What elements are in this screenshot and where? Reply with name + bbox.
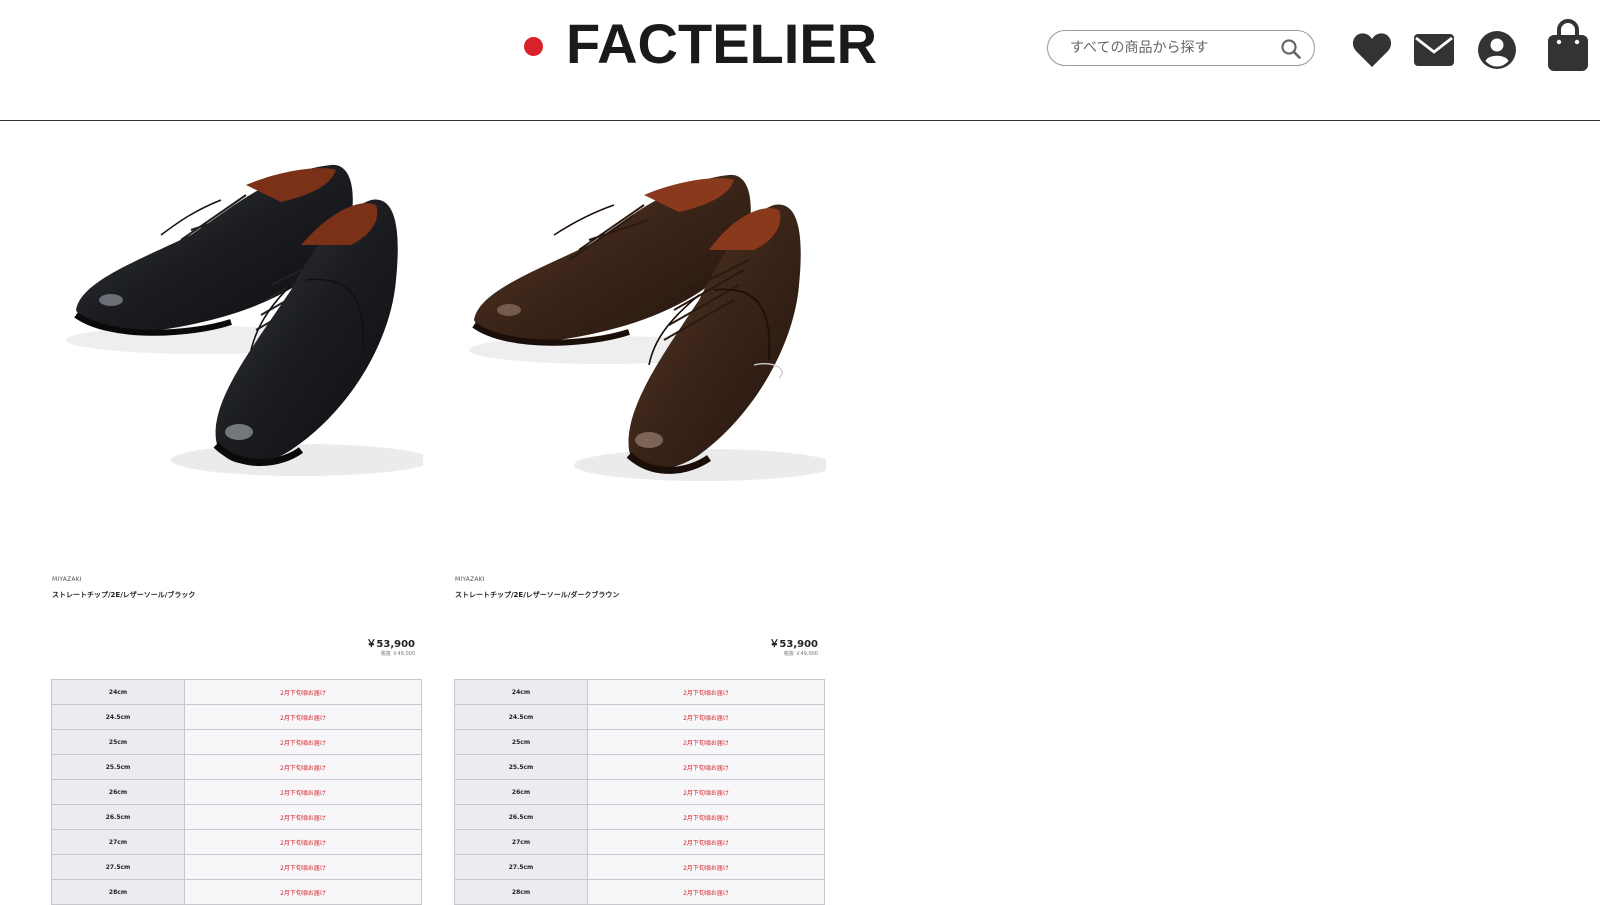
size-label: 26cm xyxy=(454,779,588,805)
size-label: 24.5cm xyxy=(454,704,588,730)
heart-icon[interactable] xyxy=(1352,32,1392,68)
size-row: 28cm 2月下旬頃お届け xyxy=(51,879,422,905)
logo-text: FACTELIER xyxy=(566,12,878,75)
mail-icon[interactable] xyxy=(1414,34,1454,66)
delivery-status[interactable]: 2月下旬頃お届け xyxy=(587,704,825,730)
size-label: 25cm xyxy=(51,729,185,755)
size-label: 27.5cm xyxy=(454,854,588,880)
site-logo[interactable]: FACTELIER xyxy=(524,14,877,74)
delivery-status[interactable]: 2月下旬頃お届け xyxy=(587,804,825,830)
delivery-status[interactable]: 2月下旬頃お届け xyxy=(184,829,422,855)
product-name[interactable]: ストレートチップ/2E/レザーソール/ダークブラウン xyxy=(455,590,619,600)
product-price-excl-tax: 税抜 ￥49,000 xyxy=(783,651,818,657)
delivery-status[interactable]: 2月下旬頃お届け xyxy=(184,754,422,780)
delivery-status[interactable]: 2月下旬頃お届け xyxy=(587,854,825,880)
size-label: 24.5cm xyxy=(51,704,185,730)
search-input[interactable] xyxy=(1070,37,1270,59)
size-row: 27cm 2月下旬頃お届け xyxy=(454,829,825,855)
logo-red-dot xyxy=(524,36,543,56)
delivery-status[interactable]: 2月下旬頃お届け xyxy=(587,779,825,805)
site-header: FACTELIER xyxy=(0,0,1600,121)
search-icon[interactable] xyxy=(1280,38,1302,60)
size-label: 26.5cm xyxy=(51,804,185,830)
size-row: 26cm 2月下旬頃お届け xyxy=(51,779,422,805)
delivery-status[interactable]: 2月下旬頃お届け xyxy=(587,829,825,855)
product-price-excl-tax: 税抜 ￥49,000 xyxy=(380,651,415,657)
delivery-status[interactable]: 2月下旬頃お届け xyxy=(184,779,422,805)
size-row: 25.5cm 2月下旬頃お届け xyxy=(454,754,825,780)
size-label: 28cm xyxy=(454,879,588,905)
size-stock-table: 24cm 2月下旬頃お届け 24.5cm 2月下旬頃お届け 25cm 2月下旬頃お届け… xyxy=(51,679,422,905)
size-label: 26cm xyxy=(51,779,185,805)
product-image-brown-shoes[interactable] xyxy=(454,150,834,550)
delivery-status[interactable]: 2月下旬頃お届け xyxy=(587,879,825,905)
delivery-status[interactable]: 2月下旬頃お届け xyxy=(184,679,422,705)
product-price: ￥53,900 xyxy=(366,639,415,650)
size-row: 26.5cm 2月下旬頃お届け xyxy=(454,804,825,830)
delivery-status[interactable]: 2月下旬頃お届け xyxy=(184,854,422,880)
size-label: 25.5cm xyxy=(51,754,185,780)
size-row: 24.5cm 2月下旬頃お届け xyxy=(454,704,825,730)
product-image-black-shoes[interactable] xyxy=(51,150,431,550)
size-label: 27.5cm xyxy=(51,854,185,880)
product-brand: MIYAZAKI xyxy=(455,576,485,583)
product-brand: MIYAZAKI xyxy=(52,576,82,583)
size-row: 24cm 2月下旬頃お届け xyxy=(51,679,422,705)
account-icon[interactable] xyxy=(1477,30,1517,70)
delivery-status[interactable]: 2月下旬頃お届け xyxy=(184,704,422,730)
size-label: 24cm xyxy=(454,679,588,705)
size-label: 27cm xyxy=(454,829,588,855)
size-row: 24.5cm 2月下旬頃お届け xyxy=(51,704,422,730)
delivery-status[interactable]: 2月下旬頃お届け xyxy=(587,679,825,705)
delivery-status[interactable]: 2月下旬頃お届け xyxy=(184,879,422,905)
delivery-status[interactable]: 2月下旬頃お届け xyxy=(184,804,422,830)
size-row: 27.5cm 2月下旬頃お届け xyxy=(454,854,825,880)
size-label: 28cm xyxy=(51,879,185,905)
size-row: 25cm 2月下旬頃お届け xyxy=(454,729,825,755)
size-label: 27cm xyxy=(51,829,185,855)
bag-icon[interactable] xyxy=(1546,18,1590,73)
size-row: 24cm 2月下旬頃お届け xyxy=(454,679,825,705)
size-label: 26.5cm xyxy=(454,804,588,830)
size-row: 26.5cm 2月下旬頃お届け xyxy=(51,804,422,830)
size-row: 25.5cm 2月下旬頃お届け xyxy=(51,754,422,780)
size-row: 25cm 2月下旬頃お届け xyxy=(51,729,422,755)
size-label: 25.5cm xyxy=(454,754,588,780)
delivery-status[interactable]: 2月下旬頃お届け xyxy=(184,729,422,755)
size-label: 25cm xyxy=(454,729,588,755)
size-stock-table: 24cm 2月下旬頃お届け 24.5cm 2月下旬頃お届け 25cm 2月下旬頃お届け… xyxy=(454,679,825,905)
product-name[interactable]: ストレートチップ/2E/レザーソール/ブラック xyxy=(52,590,195,600)
size-row: 27.5cm 2月下旬頃お届け xyxy=(51,854,422,880)
delivery-status[interactable]: 2月下旬頃お届け xyxy=(587,729,825,755)
size-row: 27cm 2月下旬頃お届け xyxy=(51,829,422,855)
delivery-status[interactable]: 2月下旬頃お届け xyxy=(587,754,825,780)
search-box xyxy=(1047,30,1315,66)
size-row: 26cm 2月下旬頃お届け xyxy=(454,779,825,805)
size-row: 28cm 2月下旬頃お届け xyxy=(454,879,825,905)
product-price: ￥53,900 xyxy=(769,639,818,650)
size-label: 24cm xyxy=(51,679,185,705)
